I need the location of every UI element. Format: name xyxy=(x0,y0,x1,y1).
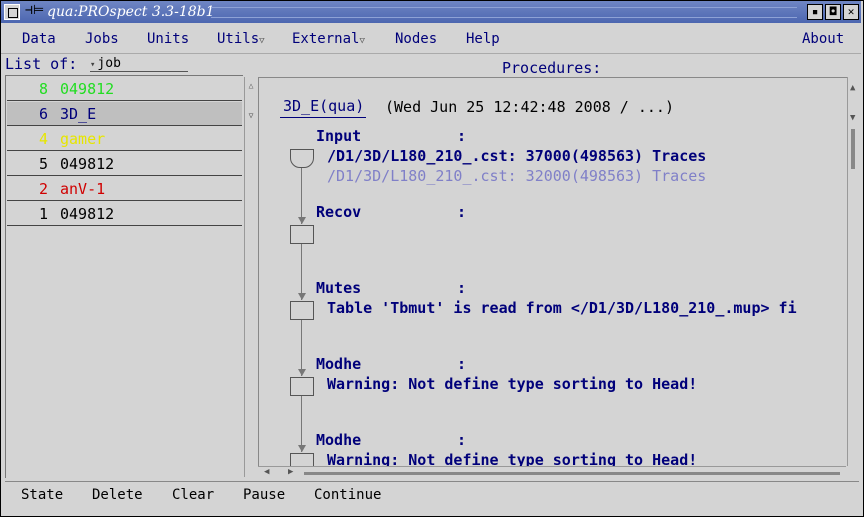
flow-connector xyxy=(301,164,302,224)
job-row[interactable]: 4 gamer xyxy=(7,127,242,151)
scroll-left-icon[interactable]: ◀ xyxy=(264,467,269,477)
job-name: anV-1 xyxy=(60,180,106,198)
close-button[interactable]: ✕ xyxy=(843,4,859,20)
flow-arrow-icon xyxy=(298,445,306,452)
list-of-label: List of: xyxy=(5,55,78,73)
step-node-icon[interactable] xyxy=(290,301,314,320)
job-list: 8 049812 6 3D_E 4 gamer 5 049812 2 anV-1… xyxy=(5,75,243,478)
job-number: 1 xyxy=(39,205,49,223)
scroll-thumb[interactable] xyxy=(851,129,855,169)
clear-button[interactable]: Clear xyxy=(172,487,214,503)
menu-utils[interactable]: Utils▽ xyxy=(217,31,265,47)
dropdown-arrow-icon: ▾ xyxy=(90,60,96,70)
scroll-down-icon[interactable]: ▽ xyxy=(246,111,256,123)
scroll-up-icon[interactable]: ▲ xyxy=(850,83,855,93)
step-colon: : xyxy=(457,279,467,297)
flow-connector xyxy=(301,396,302,452)
flow-arrow-icon xyxy=(298,217,306,224)
menu-bar: Data Jobs Units Utils▽ External▽ Nodes H… xyxy=(1,25,861,54)
menu-external[interactable]: External▽ xyxy=(292,31,365,47)
step-modhe-name[interactable]: Modhe xyxy=(316,431,361,449)
step-colon: : xyxy=(457,127,467,145)
step-node-icon[interactable] xyxy=(290,149,314,168)
job-name: 049812 xyxy=(60,155,115,173)
step-message: Warning: Not define type sorting to Head… xyxy=(327,375,698,393)
maximize-button[interactable]: ◘ xyxy=(825,4,841,20)
flow-connector xyxy=(301,320,302,376)
step-message: /D1/3D/L180_210_.cst: 37000(498563) Trac… xyxy=(327,147,707,165)
procedures-horizontal-scrollbar[interactable]: ◀ ▶ xyxy=(258,466,846,479)
job-name: gamer xyxy=(60,130,106,148)
flow-arrow-icon xyxy=(298,293,306,300)
scroll-thumb[interactable] xyxy=(304,472,840,475)
step-input-name[interactable]: Input xyxy=(316,127,361,145)
job-number: 8 xyxy=(39,80,49,98)
pause-button[interactable]: Pause xyxy=(243,487,285,503)
step-recov-name[interactable]: Recov xyxy=(316,203,361,221)
job-row[interactable]: 2 anV-1 xyxy=(7,177,242,201)
scroll-up-icon[interactable]: △ xyxy=(246,81,256,93)
pin-icon[interactable]: ⊣⊨ xyxy=(25,3,44,18)
job-row-selected[interactable]: 6 3D_E xyxy=(7,102,242,126)
menu-utils-label: Utils xyxy=(217,31,260,47)
step-modhe-name[interactable]: Modhe xyxy=(316,355,361,373)
tab-job-procedures[interactable]: 3D_E(qua) xyxy=(280,97,367,118)
job-timestamp: (Wed Jun 25 12:42:48 2008 / ...) xyxy=(385,98,674,116)
delete-button[interactable]: Delete xyxy=(92,487,143,503)
step-colon: : xyxy=(457,355,467,373)
menu-jobs[interactable]: Jobs xyxy=(85,31,119,47)
menu-external-label: External xyxy=(292,31,360,47)
state-button[interactable]: State xyxy=(21,487,63,503)
procedures-pane: 3D_E(qua) (Wed Jun 25 12:42:48 2008 / ..… xyxy=(258,77,847,467)
job-name: 049812 xyxy=(60,80,115,98)
window-title: qua:PROspect 3.3-18b1 xyxy=(47,4,215,20)
flow-connector xyxy=(301,244,302,300)
menu-units[interactable]: Units xyxy=(147,31,189,47)
menu-data[interactable]: Data xyxy=(22,31,56,47)
list-of-select[interactable]: ▾ job xyxy=(90,56,188,72)
step-message: Table 'Tbmut' is read from </D1/3D/L180_… xyxy=(327,299,797,317)
job-number: 5 xyxy=(39,155,49,173)
job-row[interactable]: 8 049812 xyxy=(7,77,242,101)
step-node-icon[interactable] xyxy=(290,225,314,244)
menu-help[interactable]: Help xyxy=(466,31,500,47)
job-name: 3D_E xyxy=(60,105,97,123)
job-row[interactable]: 1 049812 xyxy=(7,202,242,226)
menu-nodes[interactable]: Nodes xyxy=(395,31,437,47)
title-bar[interactable]: ⊣⊨ qua:PROspect 3.3-18b1 ▪ ◘ ✕ xyxy=(1,1,861,23)
step-message: Warning: Not define type sorting to Head… xyxy=(327,451,698,467)
continue-button[interactable]: Continue xyxy=(314,487,381,503)
step-colon: : xyxy=(457,431,467,449)
minimize-button[interactable]: ▪ xyxy=(807,4,823,20)
cascade-arrow-icon: ▽ xyxy=(259,36,265,46)
job-number: 2 xyxy=(39,180,49,198)
list-of-value: job xyxy=(97,56,121,71)
step-colon: : xyxy=(457,203,467,221)
step-mutes-name[interactable]: Mutes xyxy=(316,279,361,297)
job-list-scrollbar[interactable]: △ ▽ xyxy=(244,77,257,477)
job-number: 6 xyxy=(39,105,49,123)
cascade-arrow-icon: ▽ xyxy=(359,36,365,46)
action-bar: State Delete Clear Pause Continue xyxy=(5,481,859,511)
job-row[interactable]: 5 049812 xyxy=(7,152,242,176)
scroll-right-icon[interactable]: ▶ xyxy=(288,467,293,477)
step-node-icon[interactable] xyxy=(290,377,314,396)
step-message: /D1/3D/L180_210_.cst: 32000(498563) Trac… xyxy=(327,167,707,185)
menu-about[interactable]: About xyxy=(802,31,844,47)
step-node-icon[interactable] xyxy=(290,453,314,467)
scroll-down-icon[interactable]: ▼ xyxy=(850,113,855,123)
procedures-vertical-scrollbar[interactable]: ▲ ▼ xyxy=(847,77,860,466)
title-bar-grip xyxy=(211,7,797,18)
job-name: 049812 xyxy=(60,205,115,223)
flow-arrow-icon xyxy=(298,369,306,376)
job-number: 4 xyxy=(39,130,49,148)
procedures-label: Procedures: xyxy=(502,59,602,77)
window-menu-icon[interactable] xyxy=(4,4,20,20)
